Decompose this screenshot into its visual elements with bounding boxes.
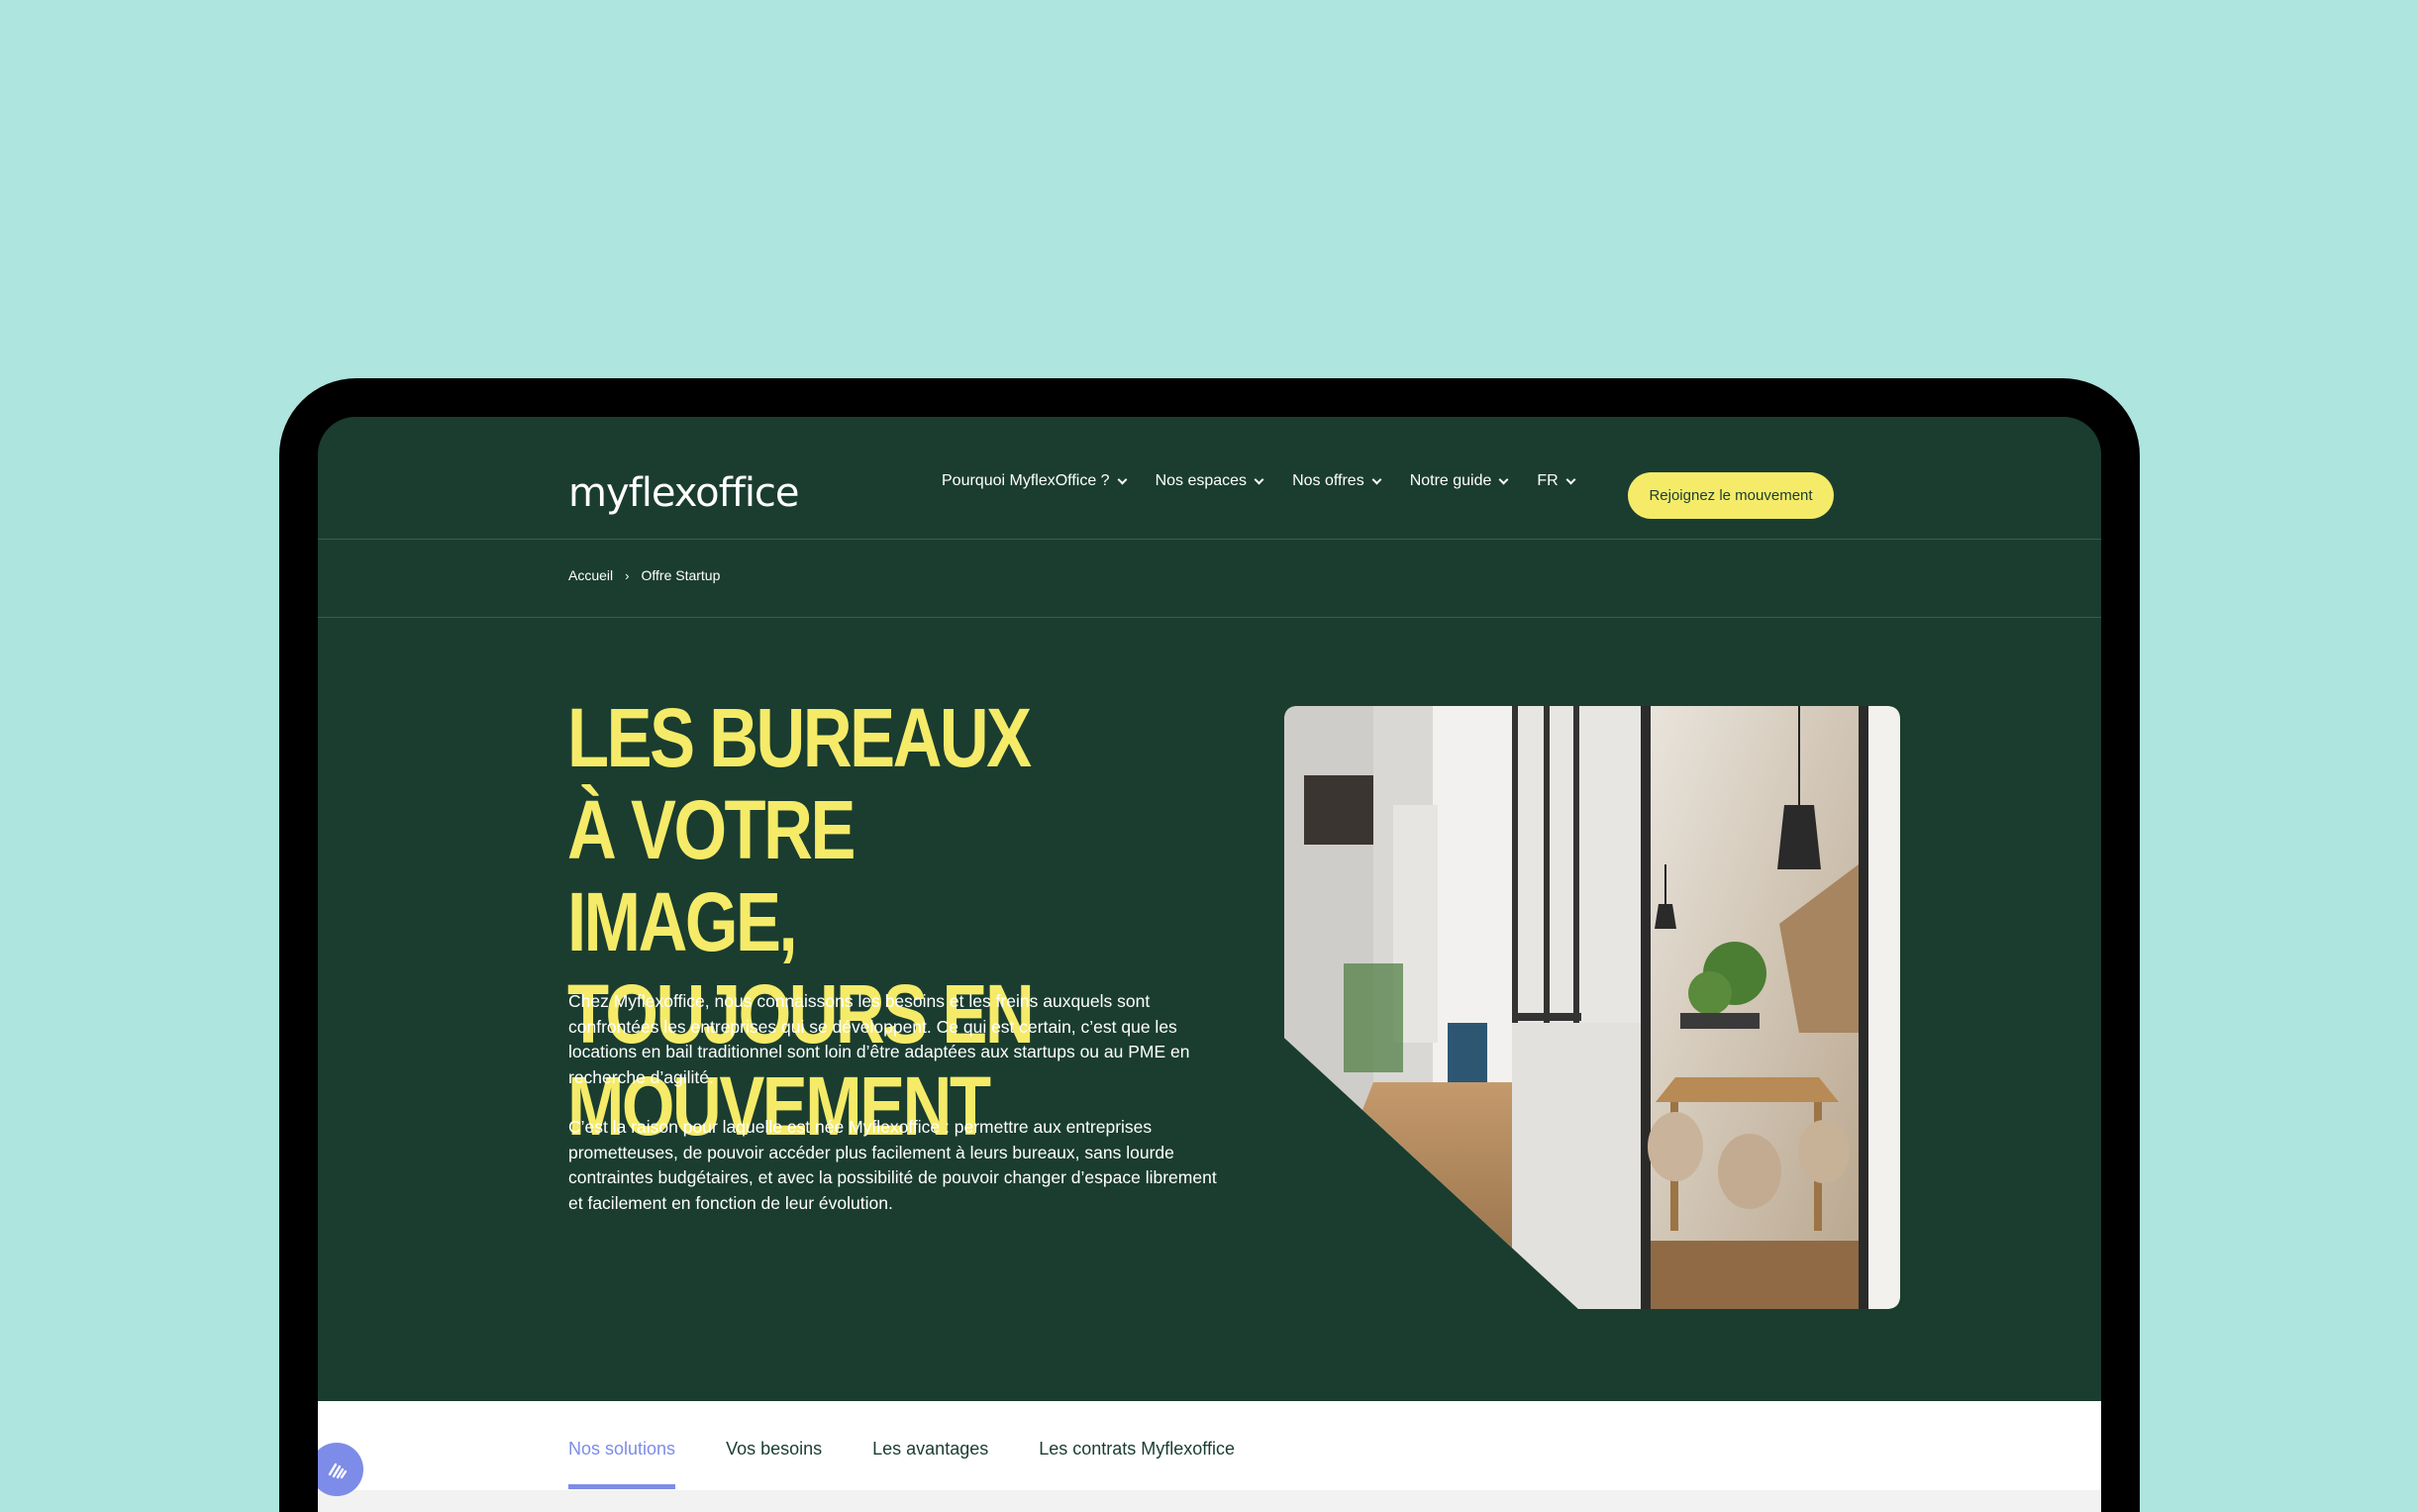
hero-description: Chez Myflexoffice, nous connaissons les … xyxy=(568,989,1217,1241)
browser-screen: myflexoffice Pourquoi MyflexOffice ? Nos… xyxy=(318,417,2101,1512)
tab-les-contrats[interactable]: Les contrats Myflexoffice xyxy=(1039,1439,1235,1481)
tab-vos-besoins[interactable]: Vos besoins xyxy=(726,1439,822,1481)
breadcrumb-home[interactable]: Accueil xyxy=(568,567,613,583)
hero-paragraph: Chez Myflexoffice, nous connaissons les … xyxy=(568,991,1190,1087)
nav-item-pourquoi[interactable]: Pourquoi MyflexOffice ? xyxy=(942,472,1128,490)
content-strip xyxy=(318,1490,2101,1512)
chevron-down-icon xyxy=(1498,474,1509,484)
join-movement-button[interactable]: Rejoignez le mouvement xyxy=(1628,472,1834,519)
nav-item-espaces[interactable]: Nos espaces xyxy=(1156,472,1264,490)
section-tabs: Nos solutions Vos besoins Les avantages … xyxy=(568,1439,1285,1489)
tab-nos-solutions[interactable]: Nos solutions xyxy=(568,1439,676,1489)
site-logo[interactable]: myflexoffice xyxy=(568,470,800,516)
breadcrumb-divider xyxy=(318,617,2101,618)
nav-item-offres[interactable]: Nos offres xyxy=(1292,472,1382,490)
breadcrumb-current: Offre Startup xyxy=(641,567,721,583)
logo-text: myflexoffice xyxy=(568,470,800,516)
tab-les-avantages[interactable]: Les avantages xyxy=(872,1439,988,1481)
hand-wave-icon xyxy=(328,1462,348,1479)
chevron-down-icon xyxy=(1565,474,1576,484)
breadcrumb-separator: › xyxy=(625,567,630,583)
chevron-down-icon xyxy=(1371,474,1382,484)
breadcrumb: Accueil › Offre Startup xyxy=(568,567,720,583)
chevron-down-icon xyxy=(1254,474,1264,484)
language-selector[interactable]: FR xyxy=(1537,472,1576,490)
main-nav: Pourquoi MyflexOffice ? Nos espaces Nos … xyxy=(942,472,1604,490)
hero-paragraph: C’est la raison pour laquelle est née My… xyxy=(568,1117,1217,1213)
office-photo xyxy=(1284,706,1900,1309)
nav-item-guide[interactable]: Notre guide xyxy=(1410,472,1509,490)
chevron-down-icon xyxy=(1117,474,1128,484)
site-header: myflexoffice Pourquoi MyflexOffice ? Nos… xyxy=(318,417,2101,540)
